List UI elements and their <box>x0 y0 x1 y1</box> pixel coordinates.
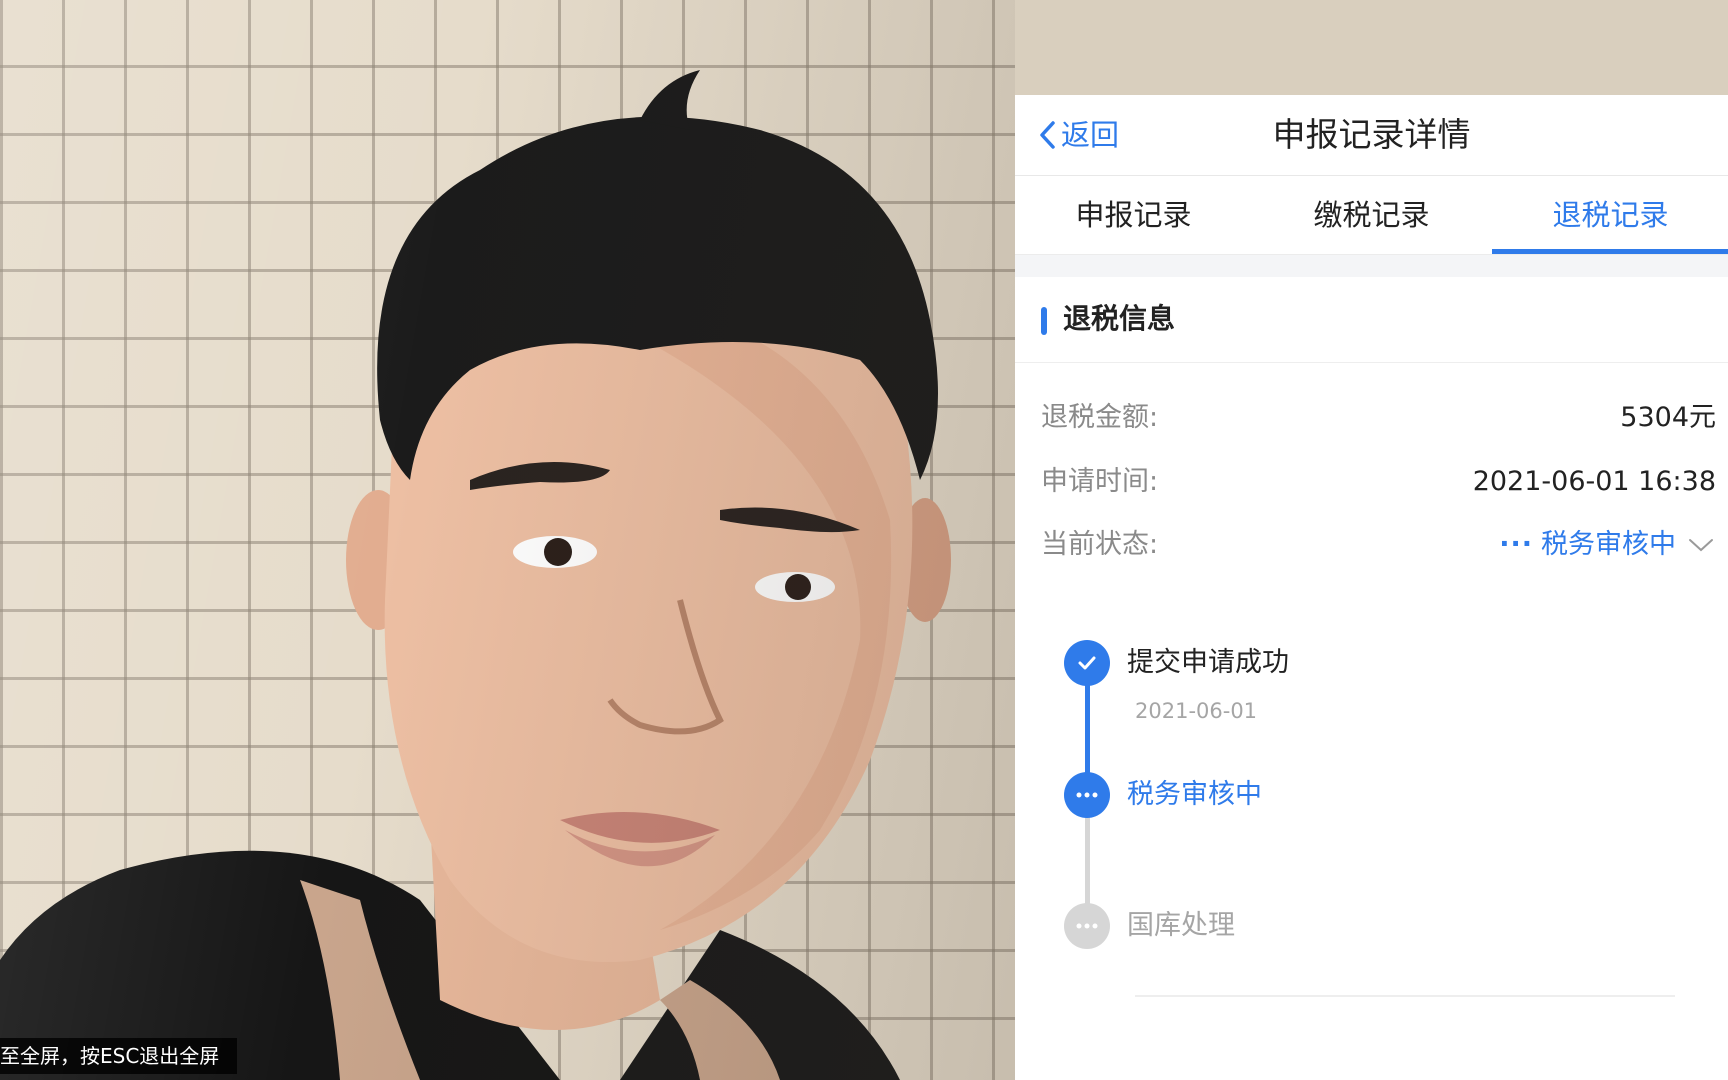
photo-shade <box>0 0 1015 1080</box>
step-submitted-node <box>1064 640 1110 686</box>
section-accent-bar <box>1041 307 1047 335</box>
refund-amount-value: 5304元 <box>1620 402 1716 433</box>
section-divider <box>1015 255 1728 277</box>
person-photo: 至全屏，按ESC退出全屏 <box>0 0 1015 1080</box>
apply-time-row: 申请时间: 2021-06-01 16:38 <box>1041 460 1716 504</box>
ellipsis-icon <box>1076 792 1098 798</box>
chevron-down-icon <box>1689 539 1713 552</box>
nav-bar: 返回 申报记录详情 <box>1015 95 1728 176</box>
refund-info-header: 退税信息 <box>1015 277 1728 363</box>
ellipsis-icon: ··· <box>1499 529 1533 560</box>
step-submitted-label: 提交申请成功 <box>1127 647 1289 678</box>
ellipsis-icon <box>1076 923 1098 929</box>
refund-amount-row: 退税金额: 5304元 <box>1041 396 1716 440</box>
tax-app-panel: 返回 申报记录详情 申报记录 缴税记录 退税记录 退税信息 退税金额: 5304… <box>1015 95 1728 1080</box>
step-treasury-node <box>1064 903 1110 949</box>
page-title: 申报记录详情 <box>1272 115 1471 154</box>
apply-time-label: 申请时间: <box>1041 466 1159 497</box>
record-tabs: 申报记录 缴税记录 退税记录 <box>1015 176 1728 256</box>
status-text: 税务审核中 <box>1541 529 1676 560</box>
tab-refund-records[interactable]: 退税记录 <box>1492 176 1728 254</box>
bottom-divider <box>1135 995 1675 997</box>
screen: 至全屏，按ESC退出全屏 返回 申报记录详情 申报记录 缴税记录 退税记录 退税… <box>0 0 1728 1080</box>
tab-declaration-records[interactable]: 申报记录 <box>1015 176 1252 254</box>
current-status-label: 当前状态: <box>1041 529 1159 560</box>
current-status-value[interactable]: ··· 税务审核中 <box>1499 523 1716 567</box>
tab-payment-records[interactable]: 缴税记录 <box>1253 176 1490 254</box>
current-status-row[interactable]: 当前状态: ··· 税务审核中 <box>1041 523 1716 567</box>
active-tab-indicator <box>1492 249 1728 254</box>
step-treasury-label: 国库处理 <box>1127 910 1235 941</box>
check-icon <box>1078 656 1096 670</box>
fullscreen-hint: 至全屏，按ESC退出全屏 <box>0 1038 238 1074</box>
step-submitted-date: 2021-06-01 <box>1135 699 1258 723</box>
step-reviewing-node <box>1064 772 1110 818</box>
section-title: 退税信息 <box>1063 302 1176 335</box>
apply-time-value: 2021-06-01 16:38 <box>1472 466 1716 497</box>
refund-amount-label: 退税金额: <box>1041 402 1159 433</box>
step-reviewing-label: 税务审核中 <box>1127 779 1262 810</box>
